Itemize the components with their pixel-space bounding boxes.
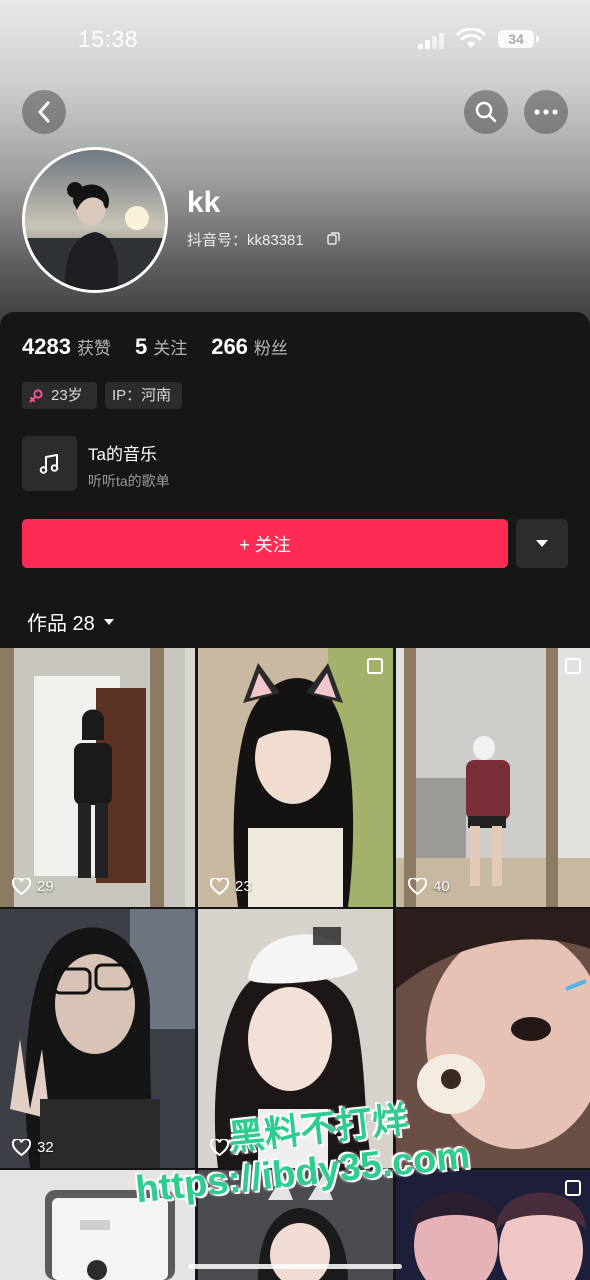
heart-icon bbox=[210, 878, 229, 895]
video-thumbnail[interactable]: 32 bbox=[0, 909, 195, 1168]
music-title[interactable]: Ta的音乐 bbox=[88, 440, 157, 465]
music-entry-icon[interactable] bbox=[22, 436, 77, 491]
video-likes-count: 29 bbox=[37, 878, 54, 895]
female-icon bbox=[29, 389, 43, 403]
douyin-id: 抖音号：kk83381 bbox=[187, 232, 304, 249]
video-likes: 40 bbox=[408, 878, 450, 895]
battery-icon: 34 bbox=[498, 30, 539, 48]
username: kk bbox=[187, 186, 221, 219]
heart-icon bbox=[210, 1139, 229, 1156]
follow-button[interactable]: + 关注 bbox=[22, 519, 508, 568]
profile-stats: 4283 获赞 5 关注 266 粉丝 bbox=[22, 334, 312, 362]
multi-image-icon bbox=[367, 658, 383, 674]
video-likes-count: 40 bbox=[433, 878, 450, 895]
home-indicator[interactable] bbox=[188, 1264, 402, 1269]
status-bar: 15:38 34 bbox=[0, 0, 590, 80]
video-thumbnail[interactable]: 40 bbox=[396, 648, 590, 907]
music-subtitle: 听听ta的歌单 bbox=[88, 473, 170, 489]
likes-count: 4283 bbox=[22, 334, 71, 359]
followers-label[interactable]: 粉丝 bbox=[254, 334, 288, 359]
multi-image-icon bbox=[565, 658, 581, 674]
likes-label: 获赞 bbox=[76, 339, 111, 358]
works-tab-label: 作品 28 bbox=[27, 613, 95, 635]
recommend-dropdown-button[interactable] bbox=[516, 519, 568, 568]
tab-works[interactable]: 作品 28 bbox=[27, 607, 115, 636]
video-likes: 32 bbox=[12, 1139, 54, 1156]
heart-icon bbox=[12, 878, 31, 895]
video-likes: 23 bbox=[210, 878, 252, 895]
avatar[interactable] bbox=[22, 147, 168, 293]
multi-image-icon bbox=[565, 1180, 581, 1196]
music-note-icon bbox=[39, 453, 58, 474]
age-tag: 23岁 bbox=[22, 382, 97, 409]
search-icon bbox=[475, 101, 497, 123]
search-button[interactable] bbox=[464, 90, 508, 134]
following-label[interactable]: 关注 bbox=[153, 334, 187, 359]
more-button[interactable] bbox=[524, 90, 568, 134]
video-likes: 29 bbox=[12, 878, 54, 895]
video-thumbnail[interactable] bbox=[396, 909, 590, 1168]
ip-tag: IP：河南 bbox=[105, 382, 182, 409]
signal-icon bbox=[418, 33, 444, 49]
follow-button-label: + 关注 bbox=[239, 534, 291, 555]
chevron-left-icon bbox=[38, 101, 50, 123]
video-likes-count: 32 bbox=[37, 1139, 54, 1156]
caret-down-icon bbox=[536, 540, 548, 547]
video-likes-count: 23 bbox=[235, 878, 252, 895]
heart-icon bbox=[408, 878, 427, 895]
video-thumbnail[interactable]: 23 bbox=[198, 648, 393, 907]
wifi-icon bbox=[456, 28, 486, 48]
followers-count[interactable]: 266 bbox=[211, 334, 248, 360]
age-text: 23岁 bbox=[51, 387, 83, 404]
copy-icon[interactable] bbox=[327, 232, 340, 245]
heart-icon bbox=[12, 1139, 31, 1156]
video-thumbnail[interactable]: 29 bbox=[0, 648, 195, 907]
status-time: 15:38 bbox=[78, 26, 139, 52]
back-button[interactable] bbox=[22, 90, 66, 134]
video-thumbnail[interactable] bbox=[396, 1170, 590, 1280]
following-count[interactable]: 5 bbox=[135, 334, 147, 360]
more-dots-icon bbox=[534, 109, 558, 115]
caret-down-icon bbox=[103, 618, 114, 625]
